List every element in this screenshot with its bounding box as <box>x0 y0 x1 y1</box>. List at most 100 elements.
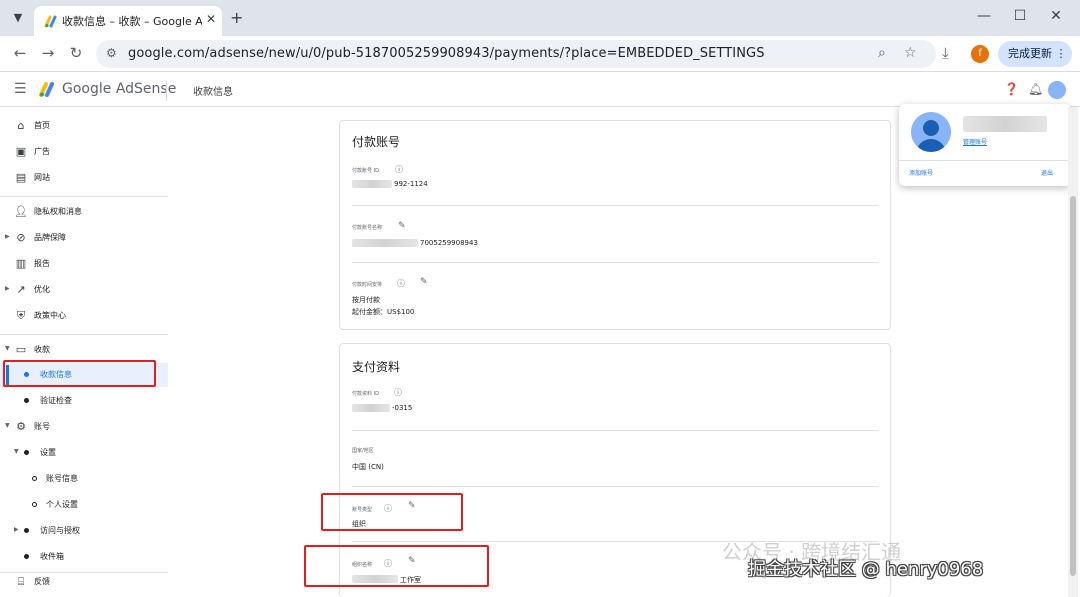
annotation-box-organization-name <box>304 545 489 587</box>
sidebar-item-label: 隐私权和消息 <box>34 207 82 216</box>
manage-account-link[interactable]: 管理账号 <box>963 137 987 146</box>
scrollbar-thumb[interactable] <box>1070 196 1076 576</box>
field-label: 国家/地区 <box>352 448 374 454</box>
redacted-mask <box>352 180 392 188</box>
bullet-icon <box>24 450 29 455</box>
bookmark-star-icon[interactable]: ☆ <box>904 45 917 61</box>
avatar-head-shape <box>923 120 939 136</box>
sidebar-divider <box>0 334 168 335</box>
payments-account-id: 992-1124 <box>394 180 428 188</box>
zoom-icon[interactable]: ⌕ <box>878 45 886 61</box>
watermark-text: 掘金技术社区 @ henry0968 <box>748 559 984 580</box>
address-bar[interactable]: ⚙ google.com/adsense/new/u/0/pub-5187005… <box>96 40 936 68</box>
sidebar-item-label: 网站 <box>34 173 50 182</box>
sidebar-item-settings[interactable]: ▼ 设置 <box>0 441 168 465</box>
sidebar-item-verification[interactable]: 验证检查 <box>0 389 168 413</box>
bullet-icon <box>32 476 37 481</box>
sidebar-item-label: 收件箱 <box>40 552 64 561</box>
info-icon[interactable]: ⓘ <box>394 387 402 398</box>
url-text[interactable]: google.com/adsense/new/u/0/pub-518700525… <box>128 46 765 61</box>
sign-out-link[interactable]: 退出 <box>1041 168 1053 177</box>
forward-icon[interactable]: → <box>38 44 58 62</box>
browser-toolbar: ← → ↻ ⚙ google.com/adsense/new/u/0/pub-5… <box>0 36 1080 72</box>
popup-divider <box>899 160 1071 161</box>
browser-profile-avatar[interactable]: f <box>971 45 989 63</box>
sidebar-item-sites[interactable]: ▤ 网站 <box>0 166 168 190</box>
minimize-icon[interactable]: — <box>974 8 994 24</box>
edit-pencil-icon[interactable]: ✎ <box>398 221 406 231</box>
app-logo-text: Google AdSense <box>62 81 177 97</box>
privacy-icon: 👤︎ <box>14 205 28 218</box>
add-account-link[interactable]: 添加账号 <box>909 168 933 177</box>
sidebar-nav: ⌂ 首页 ▣ 广告 ▤ 网站 👤︎ 隐私权和消息 ▶ ⊘ 品牌保障 ▥ 报告 ▶… <box>0 108 168 597</box>
sidebar-item-label: 验证检查 <box>40 396 72 405</box>
notification-bell-icon[interactable]: 🔔︎ <box>1028 82 1043 96</box>
field-label: 付款资料 ID <box>352 391 379 397</box>
new-tab-icon[interactable]: + <box>230 8 243 27</box>
more-menu-icon: ⋮ <box>1055 47 1067 60</box>
sidebar-item-account[interactable]: ▼ ⚙ 账号 <box>0 415 168 439</box>
sidebar-item-feedback[interactable]: ⌸ 反馈 <box>0 570 168 594</box>
home-icon: ⌂ <box>17 119 25 132</box>
sidebar-item-inbox[interactable]: 收件箱 <box>0 545 168 569</box>
sidebar-item-label: 设置 <box>40 448 56 457</box>
help-icon[interactable]: ❓ <box>1004 82 1019 96</box>
field-divider <box>352 486 878 487</box>
field-label: 付款账号 ID <box>352 168 379 174</box>
sidebar-item-account-info[interactable]: 账号信息 <box>0 467 168 491</box>
bullet-icon <box>24 554 29 559</box>
account-avatar[interactable] <box>1048 81 1066 99</box>
adsense-favicon-icon <box>44 15 57 28</box>
sites-icon: ▤ <box>15 171 27 184</box>
update-button[interactable]: 完成更新 ⋮ <box>998 41 1072 67</box>
sidebar-item-reports[interactable]: ▥ 报告 <box>0 252 168 276</box>
gear-icon: ⚙ <box>16 420 26 433</box>
block-icon: ⊘ <box>16 231 26 244</box>
expand-arrow-icon: ▶ <box>5 233 10 240</box>
sidebar-item-access[interactable]: ▶ 访问与授权 <box>0 519 168 543</box>
download-icon[interactable]: ⤓ <box>942 44 949 62</box>
site-info-icon[interactable]: ⚙ <box>106 46 117 60</box>
sidebar-item-label: 报告 <box>34 259 50 268</box>
report-icon: ▥ <box>15 257 27 270</box>
app-header: ☰ Google AdSense 收款信息 ❓ 🔔︎ <box>0 73 1080 107</box>
sidebar-item-home[interactable]: ⌂ 首页 <box>0 114 168 138</box>
sidebar-item-personal-settings[interactable]: 个人设置 <box>0 493 168 517</box>
browser-tab[interactable]: 收款信息 – 收款 – Google AdSense ✕ <box>34 6 222 36</box>
expand-arrow-icon: ▶ <box>14 526 19 533</box>
bullet-icon <box>32 502 37 507</box>
info-icon[interactable]: ⓘ <box>397 278 405 289</box>
tab-close-icon[interactable]: ✕ <box>206 12 216 26</box>
annotation-box-payment-info <box>3 360 156 387</box>
info-icon[interactable]: ⓘ <box>395 164 403 175</box>
sidebar-item-label: 政策中心 <box>34 311 66 320</box>
menu-icon[interactable]: ☰ <box>14 81 27 97</box>
payments-profile-id: -0315 <box>392 404 413 412</box>
sidebar-item-label: 广告 <box>34 147 50 156</box>
edit-pencil-icon[interactable]: ✎ <box>420 277 428 287</box>
sidebar-item-label: 账号 <box>34 422 50 431</box>
adsense-logo-icon <box>39 82 54 97</box>
sidebar-item-privacy[interactable]: 👤︎ 隐私权和消息 <box>0 200 168 224</box>
sidebar-item-brand-safety[interactable]: ▶ ⊘ 品牌保障 <box>0 226 168 250</box>
sidebar-divider <box>0 196 168 197</box>
sidebar-item-payments[interactable]: ▼ ▭ 收款 <box>0 338 168 362</box>
window-close-icon[interactable]: ✕ <box>1046 8 1066 24</box>
redacted-mask <box>352 239 418 247</box>
maximize-icon[interactable]: ☐ <box>1010 8 1030 24</box>
sidebar-item-optimization[interactable]: ▶ ↗ 优化 <box>0 278 168 302</box>
annotation-box-account-type <box>321 493 463 531</box>
expand-arrow-icon: ▶ <box>5 285 10 292</box>
bullet-icon <box>24 528 29 533</box>
back-icon[interactable]: ← <box>10 44 30 62</box>
sidebar-item-policy-center[interactable]: ⛨ 政策中心 <box>0 304 168 328</box>
page-title: 收款信息 <box>193 87 233 98</box>
collapse-arrow-icon: ▼ <box>5 345 10 352</box>
payments-icon: ▭ <box>15 343 27 356</box>
payments-account-card: 付款账号 付款账号 ID ⓘ 992-1124 付款账号名称 ✎ 7005259… <box>339 120 891 330</box>
collapse-arrow-icon: ▼ <box>5 422 10 429</box>
sidebar-item-ads[interactable]: ▣ 广告 <box>0 140 168 164</box>
account-popup: 管理账号 添加账号 退出 <box>899 104 1071 186</box>
tab-search-icon[interactable]: ▼ <box>8 8 28 28</box>
reload-icon[interactable]: ↻ <box>66 44 86 62</box>
